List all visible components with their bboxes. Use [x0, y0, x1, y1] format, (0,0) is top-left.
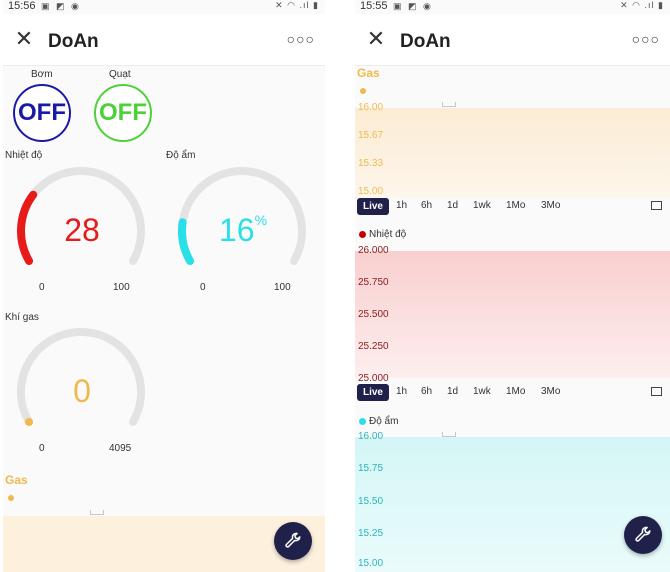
temperature-legend-dot: [359, 230, 366, 238]
gas-legend-dot: [8, 495, 14, 501]
wrench-button[interactable]: [274, 522, 312, 560]
status-time: 15:56: [8, 0, 36, 12]
wrench-button[interactable]: [624, 516, 662, 554]
wrench-icon: [635, 526, 651, 542]
notification-icons: ▣ ◩ ◉: [393, 1, 433, 11]
temperature-y-tick: 25.500: [358, 309, 389, 320]
app-title: DoAn: [400, 31, 451, 52]
status-bar: 15:55 ▣ ◩ ◉ ✕ ◠ .ıl ▮: [355, 0, 670, 14]
temperature-max: 100: [113, 282, 130, 293]
humidity-max: 100: [274, 282, 291, 293]
temperature-label: Nhiệt độ: [5, 150, 43, 161]
gas-y-tick: 15.33: [358, 158, 384, 169]
gas-chart-title: Gas: [357, 66, 380, 80]
pump-label: Bơm: [31, 69, 53, 80]
gas-y-tick: 16.00: [358, 102, 384, 113]
range-handle[interactable]: [442, 102, 456, 107]
expand-icon[interactable]: [651, 201, 662, 210]
time-option-live[interactable]: Live: [357, 198, 389, 215]
gas-value: 0: [73, 373, 91, 409]
gas-min: 0: [39, 443, 45, 454]
fan-label: Quạt: [109, 69, 131, 80]
close-icon[interactable]: ✕: [13, 28, 35, 50]
humidity-chart-band: [355, 437, 670, 572]
notification-icons: ▣ ◩ ◉: [41, 1, 81, 11]
time-option-1wk[interactable]: 1wk: [473, 200, 491, 211]
gas-y-tick: 15.00: [358, 186, 384, 197]
gas-y-tick: 15.67: [358, 130, 384, 141]
humidity-y-tick: 15.75: [358, 463, 384, 474]
time-option-6h[interactable]: 6h: [421, 200, 432, 211]
humidity-label: Độ ẩm: [166, 150, 196, 161]
close-icon[interactable]: ✕: [365, 28, 387, 50]
humidity-y-tick: 15.25: [358, 528, 384, 539]
humidity-legend-dot: [359, 417, 366, 425]
humidity-y-tick: 16.00: [358, 431, 384, 442]
app-title: DoAn: [48, 31, 99, 52]
temperature-legend: Nhiệt độ: [359, 229, 406, 240]
status-bar: 15:56 ▣ ◩ ◉ ✕ ◠ .ıl ▮: [3, 0, 325, 14]
gas-chart-title: Gas: [5, 473, 28, 487]
temperature-y-tick: 25.250: [358, 341, 389, 352]
system-status-icons: ✕ ◠ .ıl ▮: [620, 0, 664, 10]
pump-switch[interactable]: OFF: [13, 84, 71, 142]
expand-icon[interactable]: [651, 387, 662, 396]
app-bar: ✕ DoAn ○○○: [3, 14, 325, 66]
time-option-1h[interactable]: 1h: [396, 200, 407, 211]
temperature-chart-band: [355, 251, 670, 378]
gas-max: 4095: [109, 443, 132, 454]
time-option-live[interactable]: Live: [357, 384, 389, 401]
wrench-icon: [285, 532, 301, 548]
time-option-3mo[interactable]: 3Mo: [541, 386, 560, 397]
time-range-bar: Live 1h 6h 1d 1wk 1Mo 3Mo: [355, 197, 670, 217]
app-bar: ✕ DoAn ○○○: [355, 14, 670, 66]
more-options-icon[interactable]: ○○○: [287, 31, 315, 47]
time-option-3mo[interactable]: 3Mo: [541, 200, 560, 211]
time-range-bar: Live 1h 6h 1d 1wk 1Mo 3Mo: [355, 383, 670, 403]
time-option-1mo[interactable]: 1Mo: [506, 200, 525, 211]
time-option-1mo[interactable]: 1Mo: [506, 386, 525, 397]
more-options-icon[interactable]: ○○○: [632, 31, 660, 47]
humidity-value: 16%: [218, 212, 268, 248]
time-option-1h[interactable]: 1h: [396, 386, 407, 397]
temperature-min: 0: [39, 282, 45, 293]
humidity-min: 0: [200, 282, 206, 293]
phone-screen-right: 15:55 ▣ ◩ ◉ ✕ ◠ .ıl ▮ ✕ DoAn ○○○ Gas 16.…: [355, 0, 670, 572]
time-option-6h[interactable]: 6h: [421, 386, 432, 397]
gas-label: Khí gas: [5, 312, 39, 323]
humidity-y-tick: 15.50: [358, 496, 384, 507]
humidity-y-tick: 15.00: [358, 558, 384, 569]
gas-legend-dot: [360, 88, 366, 94]
range-handle[interactable]: [90, 510, 104, 515]
phone-screen-left: 15:56 ▣ ◩ ◉ ✕ ◠ .ıl ▮ ✕ DoAn ○○○ Bơm OFF…: [3, 0, 325, 572]
time-option-1wk[interactable]: 1wk: [473, 386, 491, 397]
status-time: 15:55: [360, 0, 388, 12]
gas-chart-band: [355, 108, 670, 198]
time-option-1d[interactable]: 1d: [447, 386, 458, 397]
temperature-y-tick: 25.750: [358, 277, 389, 288]
time-option-1d[interactable]: 1d: [447, 200, 458, 211]
temperature-value: 28: [64, 212, 100, 248]
temperature-y-tick: 26.000: [358, 245, 389, 256]
humidity-legend: Độ ẩm: [359, 416, 398, 427]
fan-switch[interactable]: OFF: [94, 84, 152, 142]
system-status-icons: ✕ ◠ .ıl ▮: [275, 0, 319, 10]
